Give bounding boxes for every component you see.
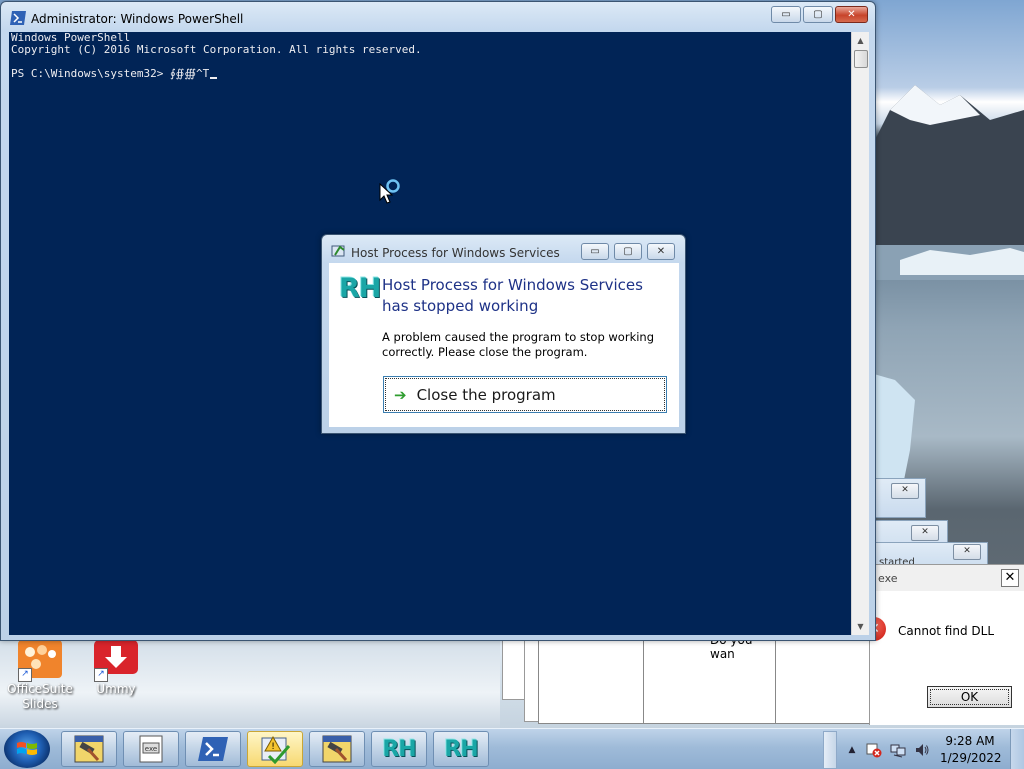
wallpaper-mountains — [860, 85, 1024, 280]
volume-icon[interactable] — [914, 742, 930, 758]
taskbar: exe ! RH RH ▲ 9:28 AM 1/29/2022 — [0, 728, 1024, 769]
hammer-app-icon — [322, 735, 352, 763]
clock-time[interactable]: 9:28 AM — [940, 734, 1000, 748]
taskbar-hammer-app[interactable] — [61, 731, 117, 767]
powershell-icon — [10, 11, 26, 25]
minimize-button[interactable]: ▭ — [771, 6, 801, 23]
close-icon[interactable]: ✕ — [1001, 569, 1019, 587]
green-arrow-icon: ➔ — [394, 385, 407, 404]
background-dialog-body-5 — [775, 640, 871, 724]
background-dialog-body-4: Do you wan — [643, 633, 777, 724]
dll-dialog-title: exe — [878, 572, 898, 585]
shortcut-arrow-icon: ↗ — [18, 668, 32, 682]
warning-checklist-icon: ! — [261, 735, 291, 764]
close-button[interactable]: ✕ — [647, 243, 675, 260]
vertical-scrollbar[interactable]: ▲ ▼ — [851, 32, 869, 635]
scroll-down-icon[interactable]: ▼ — [852, 618, 869, 635]
host-process-icon — [331, 245, 345, 257]
taskbar-installer-app[interactable]: exe — [123, 731, 179, 767]
scroll-up-icon[interactable]: ▲ — [852, 32, 869, 49]
busy-cursor-icon — [379, 179, 400, 204]
officesuite-slides-icon: ↗ — [18, 640, 62, 682]
rh-logo-icon: RH — [444, 736, 478, 762]
powershell-icon — [198, 737, 228, 761]
scroll-thumb[interactable] — [854, 50, 868, 68]
taskbar-powershell[interactable] — [185, 731, 241, 767]
close-icon[interactable]: ✕ — [911, 525, 939, 541]
text-cursor — [210, 77, 218, 79]
desktop-icon-label: Ummy — [96, 682, 136, 696]
action-center-error-icon[interactable] — [866, 742, 882, 758]
close-button[interactable]: ✕ — [835, 6, 868, 23]
chevron-up-icon[interactable]: ▲ — [844, 742, 860, 758]
network-icon[interactable] — [890, 742, 906, 758]
taskbar-warning-app[interactable]: ! — [247, 731, 303, 767]
desktop-icon-officesuite-slides[interactable]: ↗ OfficeSuite Slides — [0, 640, 80, 712]
svg-text:!: ! — [271, 742, 275, 752]
rh-logo-icon: RH — [339, 273, 381, 304]
maximize-button[interactable]: ▢ — [803, 6, 833, 23]
taskbar-rh-app-1[interactable]: RH — [371, 731, 427, 767]
console-prompt-line: PS C:\Windows\system32> ∮∯∰^T — [11, 67, 218, 80]
console-prompt: PS C:\Windows\system32> ∮∯∰^T — [11, 67, 210, 80]
window-title: Administrator: Windows PowerShell — [31, 12, 244, 26]
host-process-dialog: Host Process for Windows Services ▭ ▢ ✕ … — [321, 234, 686, 434]
ummy-icon: ↗ — [94, 640, 138, 682]
hammer-app-icon — [74, 735, 104, 763]
close-icon[interactable]: ✕ — [953, 544, 981, 560]
background-dialog-body-3 — [538, 640, 646, 724]
close-program-label: Close the program — [416, 385, 556, 404]
start-button[interactable] — [4, 730, 50, 768]
maximize-button[interactable]: ▢ — [614, 243, 642, 260]
desktop-icon-label: OfficeSuite Slides — [7, 682, 73, 711]
rh-logo-icon: RH — [382, 736, 416, 762]
error-message: A problem caused the program to stop wor… — [382, 330, 655, 359]
svg-text:exe: exe — [145, 745, 157, 753]
installer-app-icon: exe — [139, 735, 163, 763]
dll-error-dialog: exe ✕ ✕ Cannot find DLL OK — [862, 564, 1024, 725]
powershell-titlebar[interactable]: Administrator: Windows PowerShell ▭ ▢ ✕ — [1, 2, 875, 32]
taskbar-rh-app-2[interactable]: RH — [433, 731, 489, 767]
ok-button[interactable]: OK — [927, 686, 1012, 708]
windows-logo-icon — [17, 742, 37, 755]
close-program-button[interactable]: ➔ Close the program — [383, 376, 667, 413]
minimize-button[interactable]: ▭ — [581, 243, 609, 260]
taskbar-hammer-app-2[interactable] — [309, 731, 365, 767]
taskbar-scroll[interactable] — [823, 731, 837, 769]
close-icon[interactable]: ✕ — [891, 483, 919, 499]
error-heading: Host Process for Windows Services has st… — [382, 276, 643, 315]
host-process-dialog-body: RH Host Process for Windows Services has… — [329, 263, 679, 427]
dialog-title: Host Process for Windows Services — [351, 246, 560, 260]
desktop-icon-ummy[interactable]: ↗ Ummy — [76, 640, 156, 697]
console-line: Copyright (C) 2016 Microsoft Corporation… — [11, 43, 422, 56]
clock-date[interactable]: 1/29/2022 — [940, 751, 1002, 765]
host-process-titlebar[interactable]: Host Process for Windows Services ▭ ▢ ✕ — [322, 235, 685, 265]
shortcut-arrow-icon: ↗ — [94, 668, 108, 682]
system-tray: ▲ 9:28 AM 1/29/2022 — [820, 729, 1024, 769]
dll-titlebar: exe ✕ — [870, 565, 1024, 591]
show-desktop-button[interactable] — [1010, 729, 1024, 769]
dll-error-message: Cannot find DLL — [898, 624, 995, 638]
